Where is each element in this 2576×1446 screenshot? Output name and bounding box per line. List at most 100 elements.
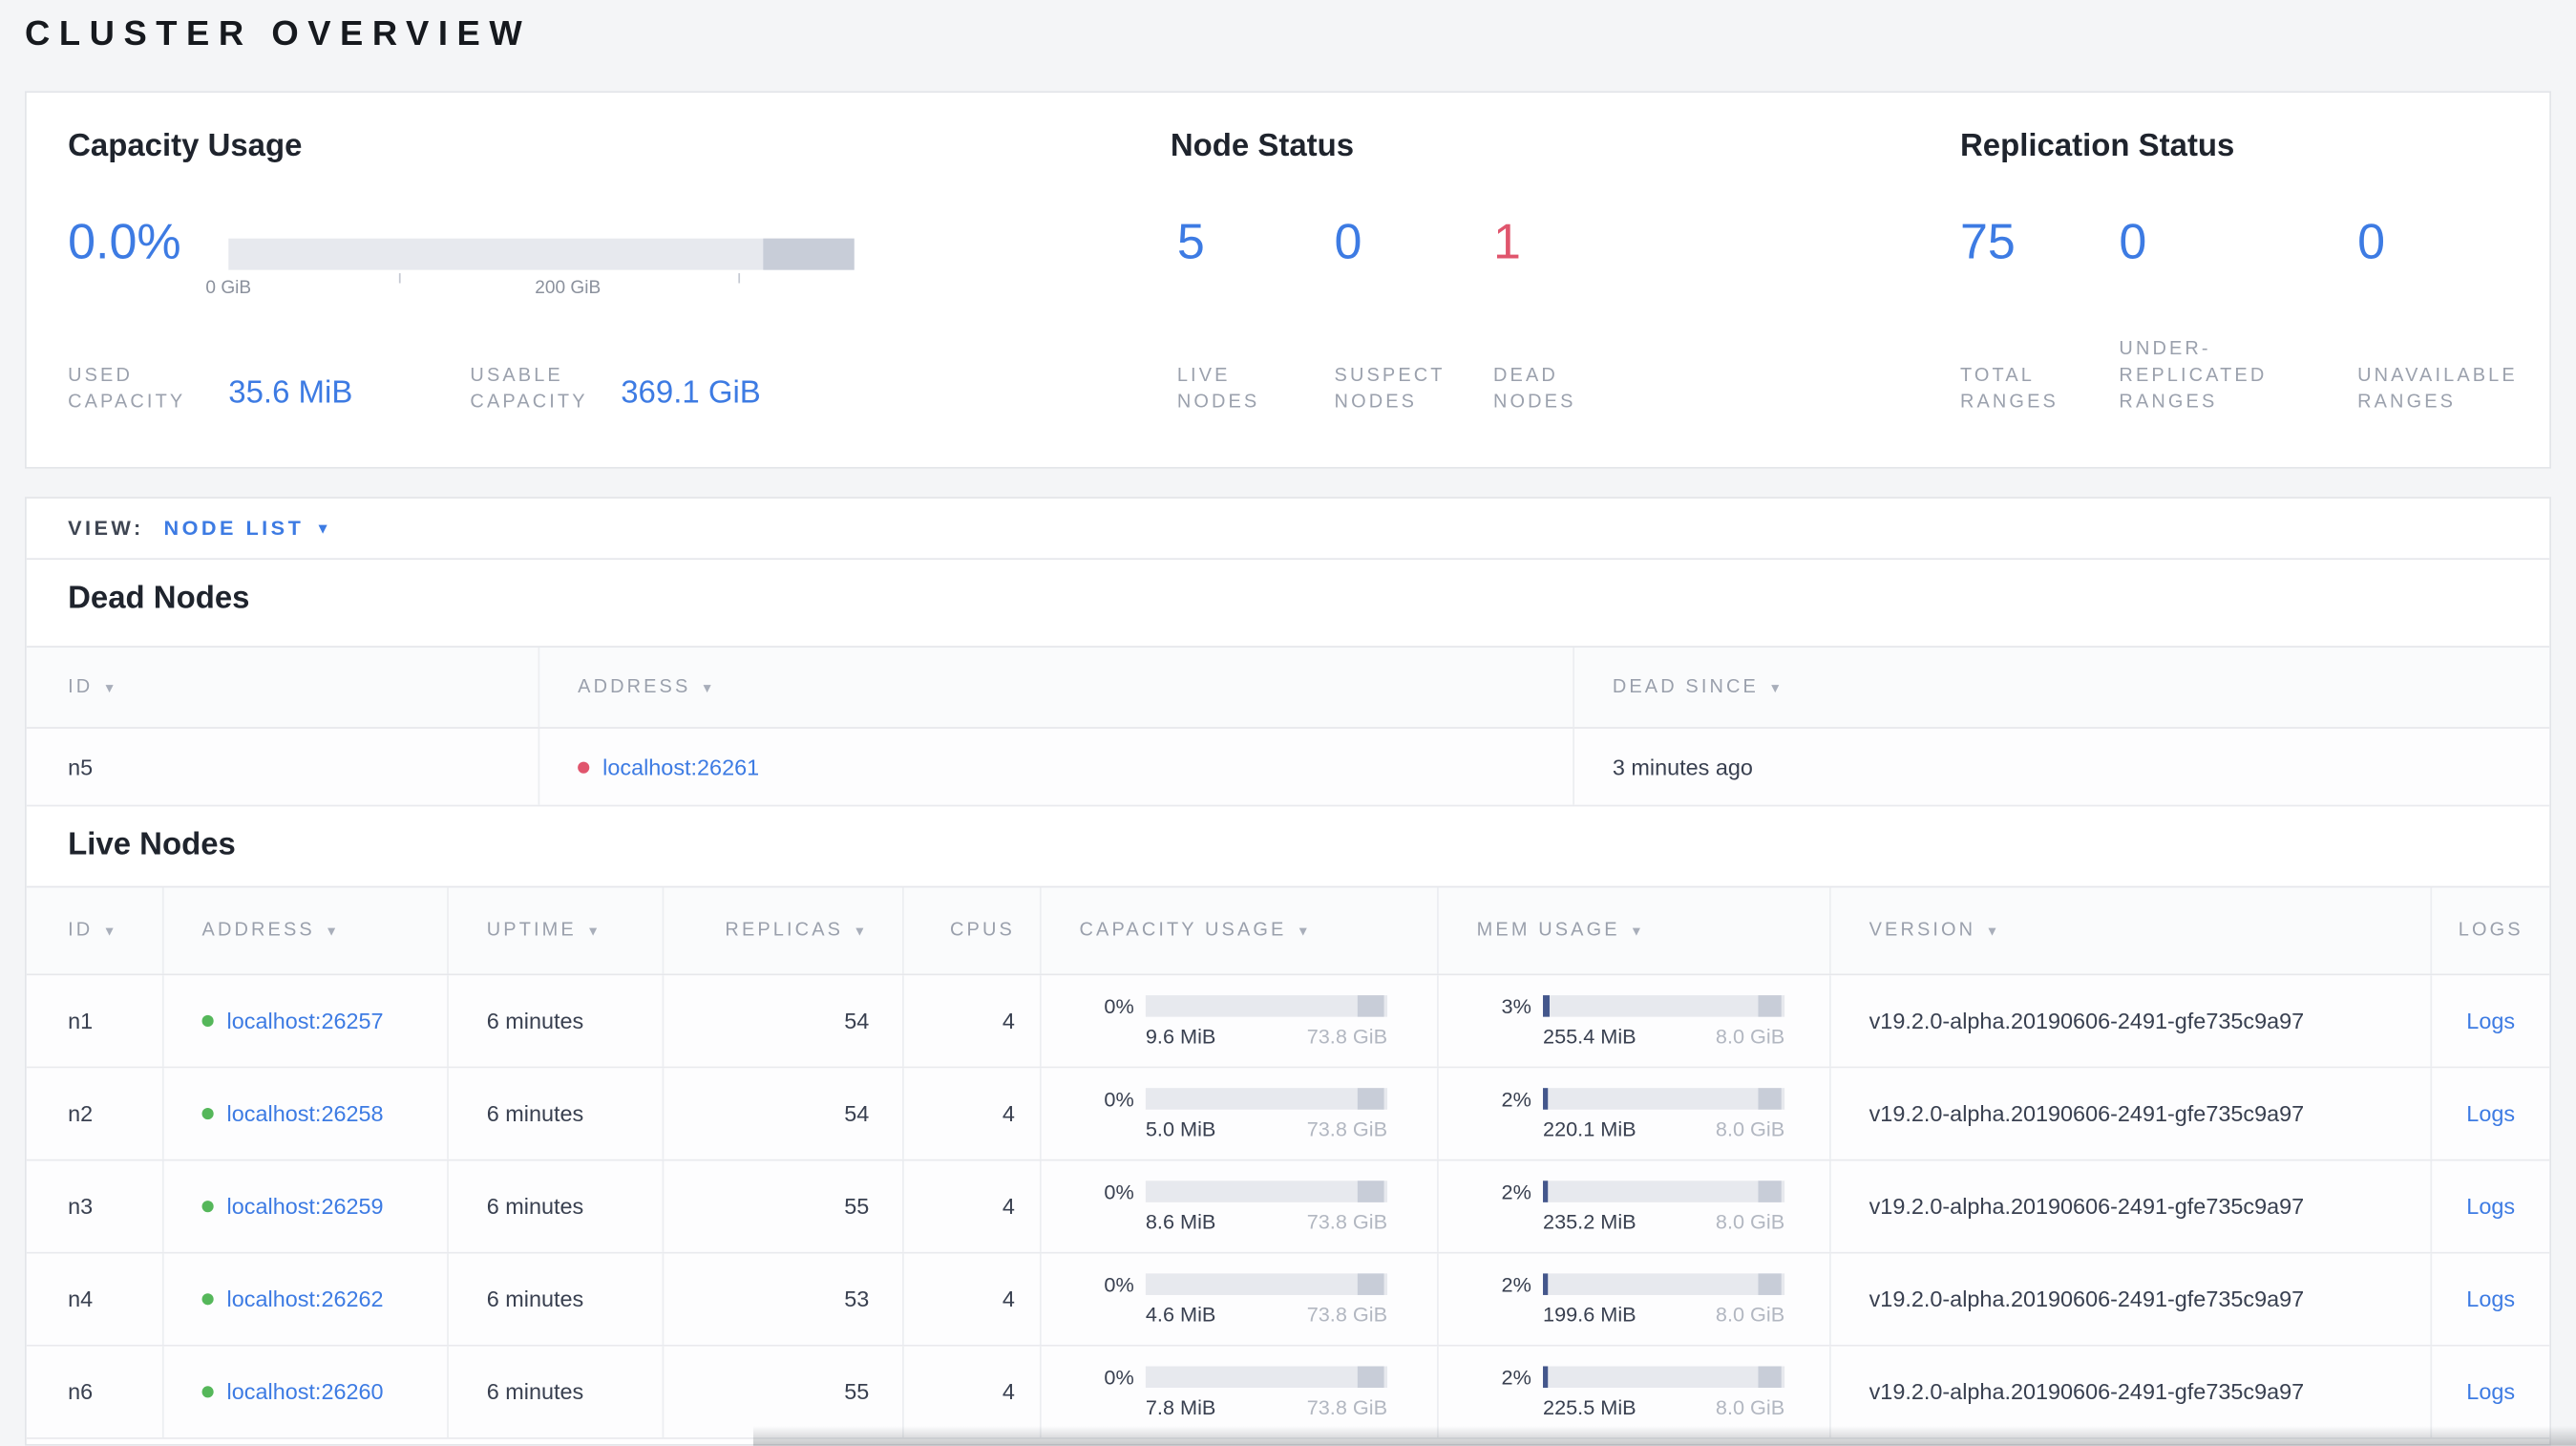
capacity-axis-label-0: 0 GiB	[205, 278, 252, 299]
capacity-percent-value: 0%	[1104, 1365, 1134, 1389]
node-address-link[interactable]: localhost:26259	[227, 1194, 384, 1219]
capacity-percent-value: 0%	[1104, 1087, 1134, 1111]
column-header-capacity-usage[interactable]: CAPACITY USAGE ▼	[1042, 887, 1439, 974]
mem-used-value: 225.5 MiB	[1543, 1394, 1636, 1419]
node-uptime: 6 minutes	[449, 1068, 665, 1159]
node-logs-link[interactable]: Logs	[2466, 1287, 2515, 1311]
column-header-id[interactable]: ID ▼	[27, 887, 164, 974]
mem-total-value: 8.0 GiB	[1715, 1116, 1785, 1140]
mem-total-value: 8.0 GiB	[1715, 1394, 1785, 1419]
column-header-dead-since[interactable]: DEAD SINCE ▼	[1574, 648, 2549, 727]
cluster-summary-card: Capacity Usage 0.0% 0 GiB 200 GiB USED C…	[25, 91, 2551, 469]
node-logs-link[interactable]: Logs	[2466, 1009, 2515, 1033]
mem-total-value: 8.0 GiB	[1715, 1209, 1785, 1233]
node-version: v19.2.0-alpha.20190606-2491-gfe735c9a97	[1831, 1068, 2433, 1159]
node-replicas: 55	[664, 1160, 904, 1252]
node-cpus: 4	[904, 1160, 1042, 1252]
column-header-uptime[interactable]: UPTIME ▼	[449, 887, 665, 974]
node-list-dropdown[interactable]: NODE LIST ▼	[163, 517, 329, 540]
view-bar: VIEW: NODE LIST ▼	[26, 499, 2550, 561]
node-mem-usage-cell: 3% 255.4 MiB 8.0 GiB	[1439, 975, 1831, 1067]
node-version: v19.2.0-alpha.20190606-2491-gfe735c9a97	[1831, 975, 2433, 1067]
live-node-row: n4 localhost:26262 6 minutes 53 4 0% 4.6…	[26, 1253, 2550, 1347]
column-header-version[interactable]: VERSION ▼	[1831, 887, 2433, 974]
under-replicated-ranges-count: 0	[2119, 215, 2147, 270]
node-address-link[interactable]: localhost:26257	[227, 1009, 384, 1033]
column-header-id[interactable]: ID ▼	[27, 647, 540, 728]
node-live-status-icon	[201, 1201, 214, 1213]
node-id: n2	[27, 1068, 164, 1159]
mem-used-fill	[1543, 1366, 1549, 1389]
total-ranges-count: 75	[1959, 215, 2016, 270]
column-header-label: CAPACITY USAGE	[1079, 921, 1287, 941]
node-address-link[interactable]: localhost:26261	[602, 755, 759, 779]
node-dead-status-icon	[578, 760, 590, 773]
node-mem-usage-cell: 2% 199.6 MiB 8.0 GiB	[1439, 1253, 1831, 1345]
mem-other-segment	[1758, 995, 1782, 1017]
mem-used-fill	[1543, 1273, 1549, 1295]
chevron-down-icon: ▼	[315, 519, 330, 536]
capacity-usage-bar	[1145, 1273, 1388, 1295]
capacity-used-value: 8.6 MiB	[1145, 1209, 1216, 1233]
node-address-link[interactable]: localhost:26262	[227, 1287, 384, 1311]
dead-nodes-label: DEAD NODES	[1493, 366, 1576, 413]
node-logs-link[interactable]: Logs	[2466, 1194, 2515, 1219]
column-header-label: DEAD SINCE	[1612, 677, 1759, 697]
node-address-link[interactable]: localhost:26258	[227, 1101, 384, 1126]
capacity-other-segment	[1357, 1088, 1384, 1110]
capacity-total-value: 73.8 GiB	[1306, 1116, 1388, 1140]
node-replicas: 55	[664, 1346, 904, 1438]
capacity-axis-tick	[398, 273, 401, 284]
used-capacity-value: 35.6 MiB	[228, 375, 353, 412]
node-replicas: 54	[664, 1068, 904, 1159]
node-logs-cell: Logs	[2432, 1347, 2549, 1437]
node-list-panel: VIEW: NODE LIST ▼ Dead Nodes ID ▼ ADDRES…	[25, 497, 2551, 1446]
column-header-label: VERSION	[1869, 921, 1976, 941]
node-list-dropdown-value: NODE LIST	[163, 516, 305, 541]
capacity-total-value: 73.8 GiB	[1306, 1302, 1388, 1327]
node-dead-since: 3 minutes ago	[1612, 754, 1753, 779]
node-id: n5	[27, 728, 540, 805]
mem-other-segment	[1758, 1273, 1782, 1295]
column-header-address[interactable]: ADDRESS ▼	[539, 647, 1574, 728]
node-cpus: 4	[904, 975, 1042, 1067]
mem-usage-bar	[1543, 1366, 1785, 1389]
mem-used-value: 220.1 MiB	[1543, 1116, 1636, 1140]
page-title: CLUSTER OVERVIEW	[25, 14, 532, 53]
node-id: n3	[27, 1160, 164, 1252]
capacity-percent-value: 0%	[1104, 1180, 1134, 1203]
column-header-mem-usage[interactable]: MEM USAGE ▼	[1439, 887, 1831, 974]
capacity-percent-value: 0%	[1104, 1272, 1134, 1296]
node-cpus: 4	[904, 1068, 1042, 1159]
capacity-used-value: 4.6 MiB	[1145, 1302, 1216, 1327]
live-node-row: n3 localhost:26259 6 minutes 55 4 0% 8.6…	[26, 1160, 2550, 1254]
column-header-address[interactable]: ADDRESS ▼	[164, 887, 449, 974]
capacity-used-value: 7.8 MiB	[1145, 1394, 1216, 1419]
capacity-usage-bar	[1145, 995, 1388, 1017]
node-logs-cell: Logs	[2432, 975, 2549, 1066]
sort-arrow-icon: ▼	[325, 923, 342, 939]
sort-arrow-icon: ▼	[1985, 923, 2002, 939]
mem-usage-bar	[1543, 995, 1785, 1017]
sort-arrow-icon: ▼	[586, 923, 603, 939]
node-address-cell: localhost:26261	[539, 728, 1574, 805]
live-node-row: n1 localhost:26257 6 minutes 54 4 0% 9.6…	[26, 975, 2550, 1069]
column-header-cpus: CPUS	[904, 887, 1042, 974]
node-id: n4	[27, 1253, 164, 1345]
node-logs-link[interactable]: Logs	[2466, 1101, 2515, 1126]
node-address-link[interactable]: localhost:26260	[227, 1379, 384, 1404]
node-capacity-usage-cell: 0% 5.0 MiB 73.8 GiB	[1042, 1068, 1439, 1159]
unavailable-ranges-count: 0	[2357, 215, 2386, 270]
sort-arrow-icon: ▼	[853, 923, 870, 939]
capacity-usage-heading: Capacity Usage	[68, 129, 303, 164]
mem-used-value: 235.2 MiB	[1543, 1209, 1636, 1233]
mem-used-fill	[1543, 1088, 1549, 1110]
column-header-replicas[interactable]: REPLICAS ▼	[664, 887, 904, 974]
column-header-logs: LOGS	[2432, 887, 2549, 973]
node-logs-link[interactable]: Logs	[2466, 1379, 2515, 1404]
node-mem-usage-cell: 2% 220.1 MiB 8.0 GiB	[1439, 1068, 1831, 1159]
node-id: n6	[27, 1346, 164, 1438]
mem-usage-bar	[1543, 1180, 1785, 1202]
mem-percent-value: 2%	[1501, 1272, 1531, 1296]
unavailable-ranges-label: UNAVAILABLE RANGES	[2357, 366, 2518, 413]
